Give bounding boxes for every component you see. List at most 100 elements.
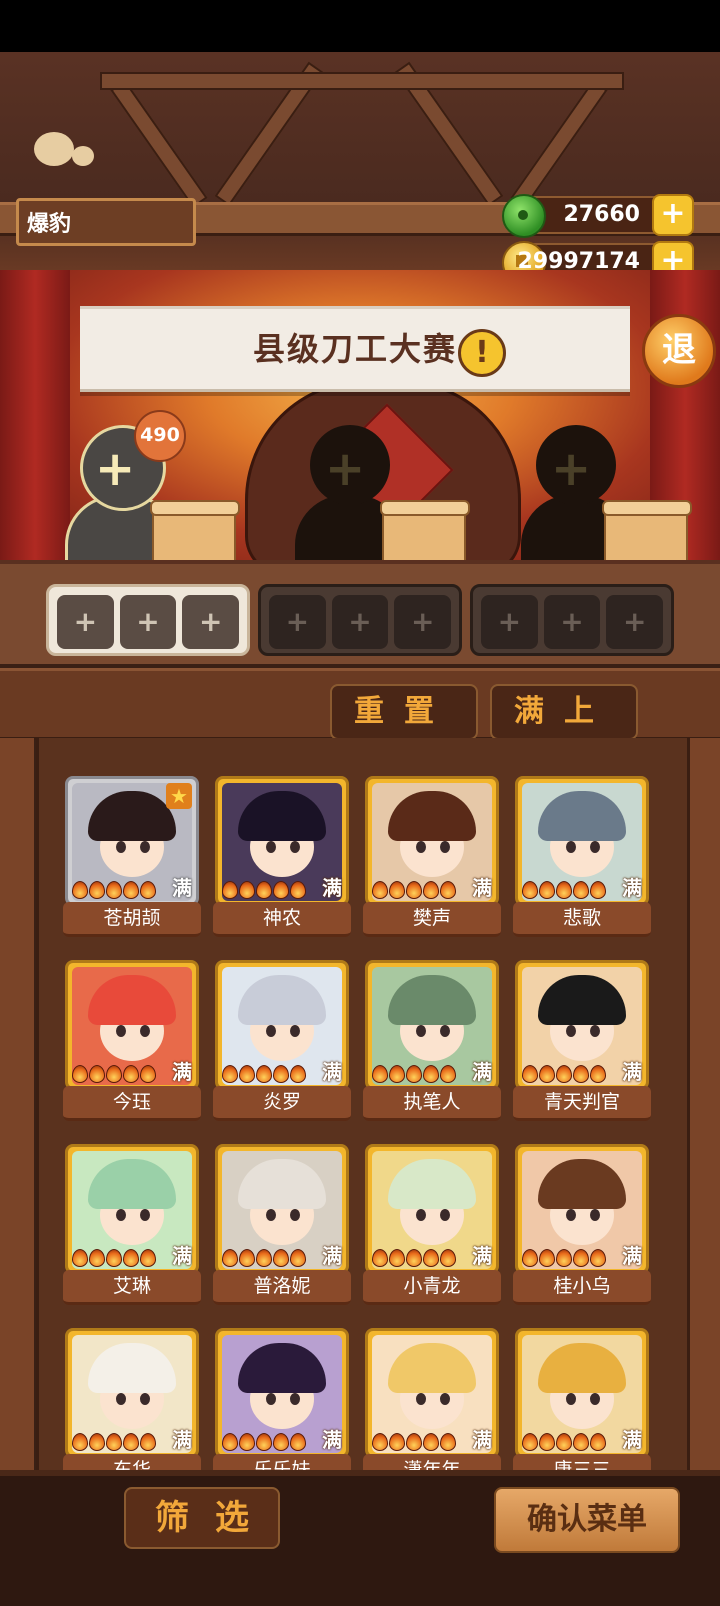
flame-icon xyxy=(590,1433,606,1451)
player-name-field[interactable]: 爆豹 xyxy=(16,198,196,246)
reset-button[interactable]: 重置 xyxy=(330,684,478,740)
chef-card[interactable]: 满炎罗 xyxy=(213,960,351,1121)
flame-rating xyxy=(72,881,156,899)
flame-icon xyxy=(590,1249,606,1267)
dish-slot-group-1: + + + xyxy=(46,584,250,656)
chef-name-label: 小青龙 xyxy=(363,1270,501,1305)
chef-card-grid: 满 ★ 苍胡颉满神农满樊声满悲歌满今珏满炎罗满执笔人满青天判官满艾琳满普洛妮满小青龙… xyxy=(63,776,651,1489)
chef-card[interactable]: 满潇年年 xyxy=(363,1328,501,1489)
chef-portrait-frame: 满 xyxy=(65,960,199,1090)
chef-card[interactable]: 满小青龙 xyxy=(363,1144,501,1305)
chef-name-label: 悲歌 xyxy=(513,902,651,937)
flame-rating xyxy=(522,1065,606,1083)
max-level-badge: 满 xyxy=(172,1244,192,1268)
flame-icon xyxy=(539,1433,555,1451)
chef-name-label: 桂小乌 xyxy=(513,1270,651,1305)
flame-icon xyxy=(423,881,439,899)
chef-card[interactable]: 满东华 xyxy=(63,1328,201,1489)
add-chef-icon: + xyxy=(95,441,136,497)
chef-portrait-frame: 满 xyxy=(65,1328,199,1458)
flame-rating xyxy=(372,1433,456,1451)
flame-icon xyxy=(222,881,238,899)
flame-icon xyxy=(522,1249,538,1267)
dish-slot[interactable]: + xyxy=(481,595,538,649)
flame-icon xyxy=(590,881,606,899)
flame-icon xyxy=(222,1249,238,1267)
dish-slot[interactable]: + xyxy=(543,595,601,649)
flame-icon xyxy=(123,1065,139,1083)
flame-icon xyxy=(372,881,388,899)
chef-card[interactable]: 满普洛妮 xyxy=(213,1144,351,1305)
flame-icon xyxy=(556,881,572,899)
dish-slot[interactable]: + xyxy=(269,595,326,649)
max-level-badge: 满 xyxy=(472,1244,492,1268)
dish-slot[interactable]: + xyxy=(331,595,389,649)
chef-name-label: 普洛妮 xyxy=(213,1270,351,1305)
filter-button[interactable]: 筛选 xyxy=(124,1487,280,1549)
flame-icon xyxy=(123,881,139,899)
max-level-badge: 满 xyxy=(472,1428,492,1452)
chef-portrait-frame: 满 xyxy=(65,1144,199,1274)
flame-icon xyxy=(539,1249,555,1267)
chef-card[interactable]: 满唐三三 xyxy=(513,1328,651,1489)
chef-card[interactable]: 满 ★ 苍胡颉 xyxy=(63,776,201,937)
flame-icon xyxy=(522,1065,538,1083)
chef-name-label: 神农 xyxy=(213,902,351,937)
dish-slot-group-3: + + + xyxy=(470,584,674,656)
flame-icon xyxy=(556,1433,572,1451)
flame-icon xyxy=(140,1065,156,1083)
jade-icon xyxy=(502,194,546,238)
dish-slot[interactable]: + xyxy=(57,595,114,649)
flame-icon xyxy=(372,1433,388,1451)
max-level-badge: 满 xyxy=(322,876,342,900)
flame-icon xyxy=(290,1065,306,1083)
chef-portrait-frame: 满 xyxy=(515,1144,649,1274)
flame-icon xyxy=(72,1249,88,1267)
dish-slot-group-2: + + + xyxy=(258,584,462,656)
flame-icon xyxy=(273,1065,289,1083)
flame-icon xyxy=(89,881,105,899)
flame-icon xyxy=(222,1065,238,1083)
chef-card[interactable]: 满艾琳 xyxy=(63,1144,201,1305)
add-chef-icon: + xyxy=(325,441,366,497)
chef-score-badge: 490 xyxy=(134,410,186,462)
chick-decoration-icon xyxy=(72,146,94,166)
jade-counter: 27660 + xyxy=(502,194,694,238)
flame-icon xyxy=(222,1433,238,1451)
dish-slot[interactable]: + xyxy=(394,595,452,649)
chef-name-label: 艾琳 xyxy=(63,1270,201,1305)
dish-slot[interactable]: + xyxy=(182,595,240,649)
flame-icon xyxy=(440,1065,456,1083)
flame-icon xyxy=(440,881,456,899)
exit-button[interactable]: 退 xyxy=(642,314,716,388)
left-frame xyxy=(0,738,34,1500)
flame-icon xyxy=(140,881,156,899)
chef-name-label: 炎罗 xyxy=(213,1086,351,1121)
flame-icon xyxy=(290,1433,306,1451)
chef-card[interactable]: 满桂小乌 xyxy=(513,1144,651,1305)
add-chef-icon: + xyxy=(551,441,592,497)
chef-card[interactable]: 满执笔人 xyxy=(363,960,501,1121)
dish-slot[interactable]: + xyxy=(119,595,177,649)
fill-button[interactable]: 满上 xyxy=(490,684,638,740)
flame-icon xyxy=(106,1249,122,1267)
dish-slot[interactable]: + xyxy=(606,595,664,649)
chef-portrait-frame: 满 xyxy=(215,960,349,1090)
chef-card[interactable]: 满樊声 xyxy=(363,776,501,937)
add-jade-button[interactable]: + xyxy=(652,194,694,236)
max-level-badge: 满 xyxy=(172,876,192,900)
chef-card[interactable]: 满乐乐妹 xyxy=(213,1328,351,1489)
chef-card[interactable]: 满今珏 xyxy=(63,960,201,1121)
exclamation-icon[interactable]: ! xyxy=(458,329,506,377)
chef-name-label: 樊声 xyxy=(363,902,501,937)
chef-card[interactable]: 满青天判官 xyxy=(513,960,651,1121)
flame-icon xyxy=(590,1065,606,1083)
flame-icon xyxy=(256,1065,272,1083)
chef-card[interactable]: 满悲歌 xyxy=(513,776,651,937)
flame-icon xyxy=(273,1249,289,1267)
flame-icon xyxy=(290,1249,306,1267)
flame-rating xyxy=(372,1249,456,1267)
chef-card[interactable]: 满神农 xyxy=(213,776,351,937)
confirm-menu-button[interactable]: 确认菜单 xyxy=(494,1487,680,1553)
flame-icon xyxy=(423,1249,439,1267)
